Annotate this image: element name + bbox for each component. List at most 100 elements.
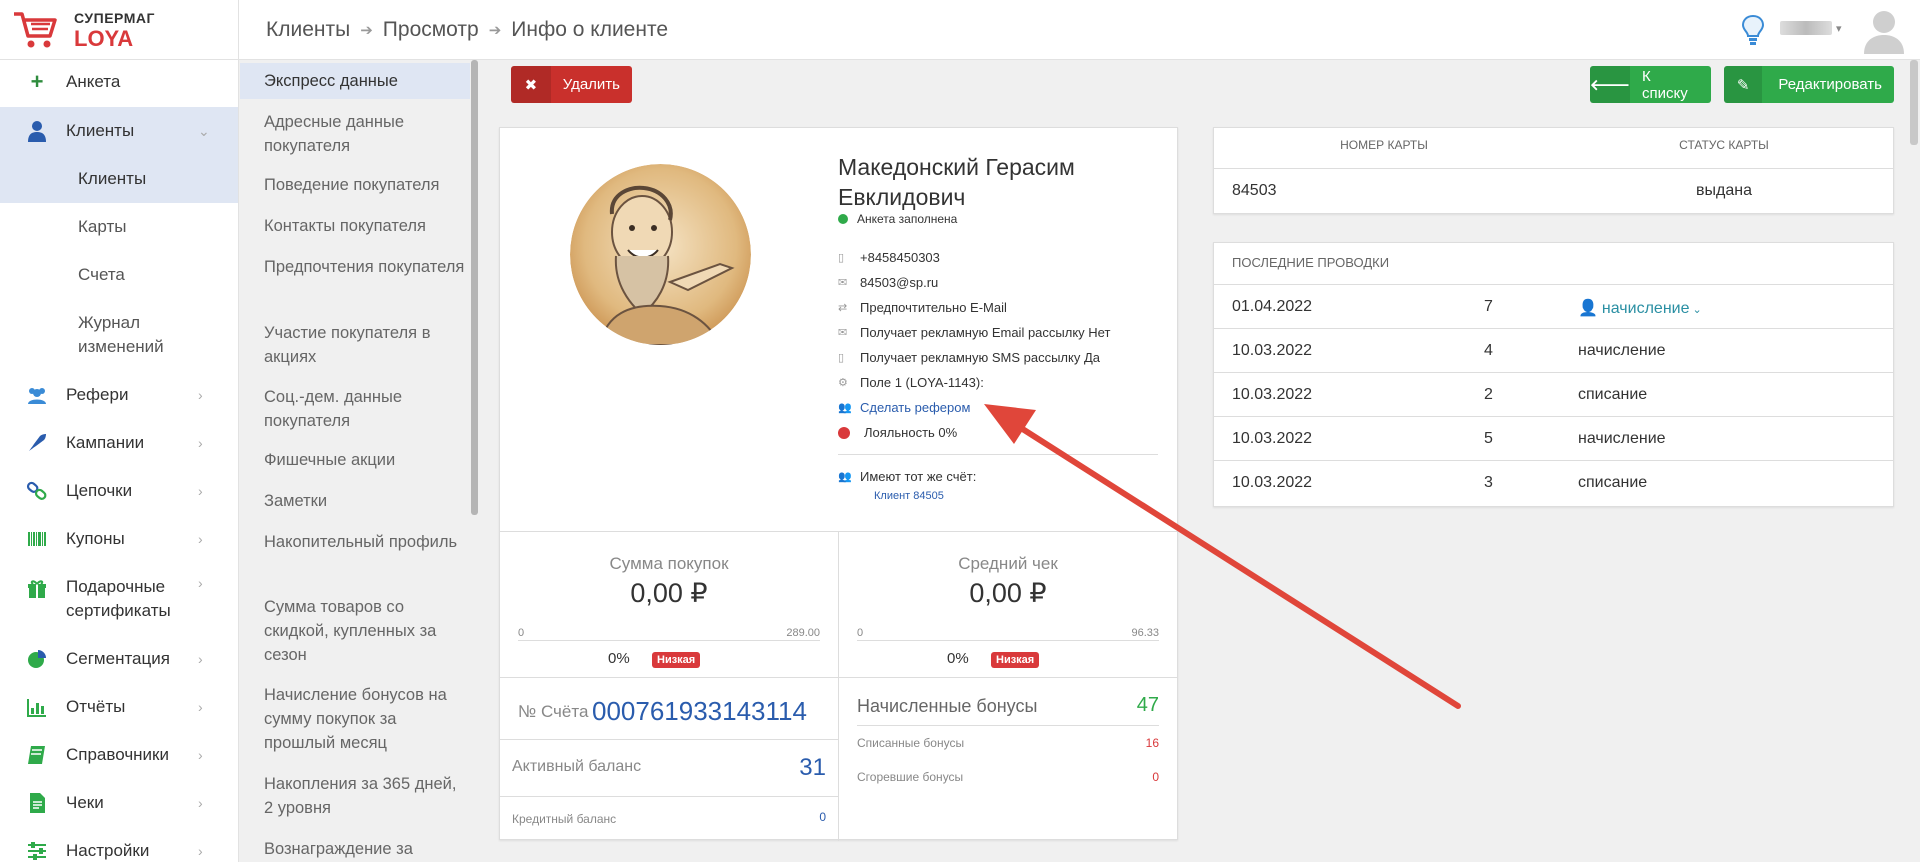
section-item-accumulation-profile[interactable]: Накопительный профиль xyxy=(240,530,470,554)
sidebar-item-clients[interactable]: Клиенты ⌄ xyxy=(0,107,238,155)
chevron-right-icon: › xyxy=(198,483,203,499)
chain-icon xyxy=(26,481,47,500)
envelope-icon: ✉ xyxy=(838,277,848,289)
bar-chart-icon xyxy=(27,699,46,717)
page-scrollbar[interactable] xyxy=(1910,60,1918,145)
table-row: 10.03.2022 2 списание xyxy=(1214,372,1893,416)
back-to-list-label: К списку xyxy=(1642,67,1688,102)
sidebar-item-directories[interactable]: Справочники › xyxy=(0,743,238,767)
sidebar-item-chains[interactable]: Цепочки › xyxy=(0,479,238,503)
chevron-down-icon: ⌄ xyxy=(1692,304,1702,316)
transaction-type: начисление xyxy=(1578,342,1666,359)
barcode-icon xyxy=(28,532,46,546)
stat-title: Средний чек xyxy=(958,554,1058,573)
users-icon: 👥 xyxy=(838,471,852,483)
section-item-reward[interactable]: Вознаграждение за xyxy=(240,837,470,861)
chevron-right-icon: › xyxy=(198,575,203,591)
breadcrumb-clients[interactable]: Клиенты xyxy=(266,18,350,42)
loyalty-value: Лояльность 0% xyxy=(864,425,958,440)
same-account-client-link[interactable]: Клиент 84505 xyxy=(874,490,944,502)
divider xyxy=(500,677,1177,678)
avatar[interactable] xyxy=(1862,8,1906,54)
sidebar-item-label: Настройки xyxy=(66,841,150,860)
logo-subtitle: LOYA xyxy=(74,26,134,51)
transaction-amount: 4 xyxy=(1484,342,1493,359)
make-referrer-link[interactable]: Сделать рефером xyxy=(860,400,970,415)
sidebar-subitem-cards[interactable]: Карты xyxy=(0,203,238,251)
email-promo-row: ✉ Получает рекламную Email рассылку Нет xyxy=(838,325,1110,340)
stat-percent: 0% xyxy=(608,650,630,667)
breadcrumb-view[interactable]: Просмотр xyxy=(383,18,479,42)
sidebar-subitem-clients[interactable]: Клиенты xyxy=(0,155,238,203)
top-bar: СУПЕРМАГ LOYA Клиенты ➔ Просмотр ➔ Инфо … xyxy=(0,0,1920,60)
sidebar-item-label: Цепочки xyxy=(66,481,133,500)
section-item-contacts[interactable]: Контакты покупателя xyxy=(240,214,470,238)
phone-value: +8458450303 xyxy=(860,250,940,265)
sidebar-subitem-label: Клиенты xyxy=(78,169,147,188)
users-icon xyxy=(28,388,46,404)
transaction-type-dropdown[interactable]: 👤 начисление ⌄ xyxy=(1578,298,1702,318)
sidebar-item-label: Подарочные сертификаты xyxy=(66,577,171,620)
transaction-type: начисление xyxy=(1578,430,1666,447)
sidebar-item-settings[interactable]: Настройки › xyxy=(0,839,238,862)
users-icon: 👥 xyxy=(838,402,852,414)
sidebar-item-label: Сегментация xyxy=(66,649,170,668)
section-item-preferences[interactable]: Предпочтения покупателя xyxy=(240,255,470,279)
sidebar-subitem-label: Счета xyxy=(78,265,125,284)
sidebar-item-coupons[interactable]: Купоны › xyxy=(0,527,238,551)
section-item-address[interactable]: Адресные данные покупателя xyxy=(240,110,470,158)
sidebar-item-referrers[interactable]: Рефери › xyxy=(0,383,238,407)
user-icon: 👤 xyxy=(1578,300,1598,317)
sliders-icon xyxy=(28,842,46,860)
section-item-promo-participation[interactable]: Участие покупателя в акциях xyxy=(240,321,470,369)
sms-promo-value: Получает рекламную SMS рассылку Да xyxy=(860,350,1100,365)
caret-down-icon[interactable]: ▾ xyxy=(1836,22,1842,35)
lightbulb-icon[interactable] xyxy=(1741,14,1765,46)
section-item-bonus-last-month[interactable]: Начисление бонусов на сумму покупок за п… xyxy=(240,683,470,755)
section-item-socdem[interactable]: Соц.-дем. данные покупателя xyxy=(240,385,470,433)
client-profile-card: Македонский Герасим Евклидович Анкета за… xyxy=(499,127,1178,841)
sidebar-item-gift-certificates[interactable]: Подарочные сертификаты › xyxy=(0,575,238,623)
back-to-list-button[interactable]: 🡐 К списку xyxy=(1590,66,1711,103)
transaction-date: 10.03.2022 xyxy=(1232,342,1313,359)
section-item-accumulation-365[interactable]: Накопления за 365 дней, 2 уровня xyxy=(240,772,470,820)
section-item-notes[interactable]: Заметки xyxy=(240,489,470,513)
edit-button-label: Редактировать xyxy=(1778,76,1882,93)
field1-row: ⚙ Поле 1 (LOYA-1143): xyxy=(838,375,984,390)
purchases-stat: Сумма покупок 0,00 ₽ 0 289.00 0% Низкая xyxy=(500,532,838,677)
sidebar-item-label: Чеки xyxy=(66,793,104,812)
account-number[interactable]: 000761933143114 xyxy=(592,696,807,727)
breadcrumb: Клиенты ➔ Просмотр ➔ Инфо о клиенте xyxy=(266,18,668,42)
stats-panel: Сумма покупок 0,00 ₽ 0 289.00 0% Низкая … xyxy=(500,531,1177,841)
sidebar-item-reports[interactable]: Отчёты › xyxy=(0,695,238,719)
sidebar-item-campaigns[interactable]: Кампании › xyxy=(0,431,238,455)
envelope-icon: ✉ xyxy=(838,327,848,339)
sidebar-item-receipts[interactable]: Чеки › xyxy=(0,791,238,815)
sidebar-subitem-changelog[interactable]: Журнал изменений xyxy=(0,311,238,363)
section-item-season-discount[interactable]: Сумма товаров со скидкой, купленных за с… xyxy=(240,595,470,667)
transaction-type: начисление xyxy=(1601,300,1690,317)
stat-max: 289.00 xyxy=(786,627,820,639)
section-nav-scrollbar[interactable] xyxy=(471,60,478,515)
logo[interactable]: СУПЕРМАГ LOYA xyxy=(0,0,239,60)
sidebar-item-profile[interactable]: + Анкета xyxy=(0,70,238,94)
transaction-date: 01.04.2022 xyxy=(1232,298,1313,315)
sidebar-item-segmentation[interactable]: Сегментация › xyxy=(0,647,238,671)
stat-value: 0,00 ₽ xyxy=(969,578,1047,608)
email-promo-value: Получает рекламную Email рассылку Нет xyxy=(860,325,1111,340)
chevron-right-icon: › xyxy=(198,699,203,715)
sidebar-subitem-accounts[interactable]: Счета xyxy=(0,251,238,299)
section-item-chip-promos[interactable]: Фишечные акции xyxy=(240,448,470,472)
transaction-amount: 7 xyxy=(1484,298,1493,315)
client-name: Македонский Герасим Евклидович xyxy=(838,154,1075,210)
same-account-row: 👥 Имеют тот же счёт: xyxy=(838,469,976,484)
section-item-behavior[interactable]: Поведение покупателя xyxy=(240,173,470,197)
accrued-bonuses-value: 47 xyxy=(1136,694,1159,716)
user-name[interactable] xyxy=(1780,21,1832,35)
edit-button[interactable]: ✎ Редактировать xyxy=(1724,66,1894,103)
section-item-express[interactable]: Экспресс данные xyxy=(240,63,470,99)
table-row: 01.04.2022 7 👤 начисление ⌄ xyxy=(1214,284,1893,328)
delete-button[interactable]: ✖ Удалить xyxy=(511,66,632,103)
column-header-card-number: НОМЕР КАРТЫ xyxy=(1340,138,1428,152)
mobile-icon: ▯ xyxy=(838,352,845,364)
